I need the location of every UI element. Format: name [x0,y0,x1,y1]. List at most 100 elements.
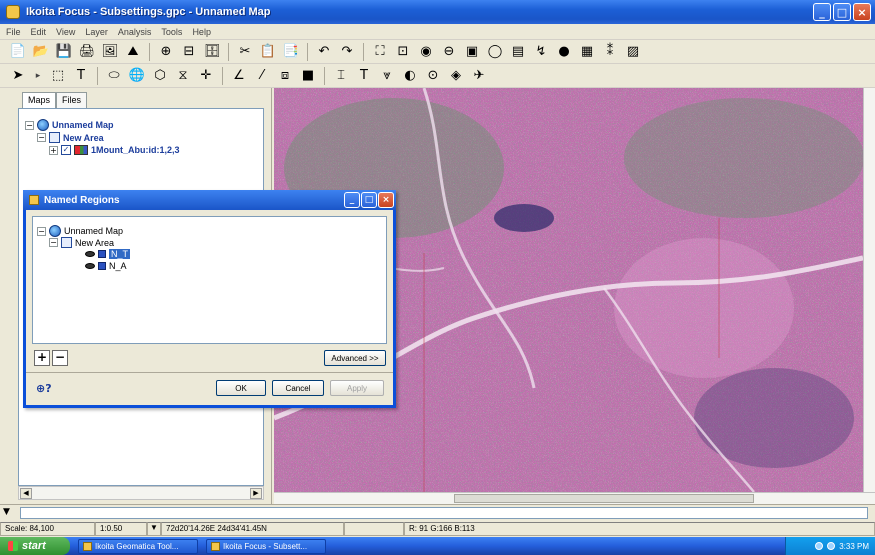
scroll-right-icon[interactable]: ▶ [250,488,262,499]
menu-edit[interactable]: Edit [31,27,47,37]
color-square-icon[interactable]: ■ [298,66,318,86]
cut-icon[interactable]: ✂ [235,42,255,62]
maximize-button[interactable]: □ [833,3,851,21]
database-icon[interactable]: 🗄 [202,42,222,62]
save-icon[interactable]: 💾 [54,42,74,62]
table-icon[interactable]: ▦ [577,42,597,62]
tree-item-map[interactable]: − Unnamed Map [25,119,114,131]
menu-analysis[interactable]: Analysis [118,27,152,37]
font-icon[interactable]: T [354,66,374,86]
statistics-icon[interactable]: ⁑ [600,42,620,62]
tab-maps[interactable]: Maps [22,92,57,108]
volume-icon[interactable] [827,542,836,550]
polygon-icon[interactable]: ⬡ [150,66,170,86]
filter-icon[interactable]: ⩔ [377,66,397,86]
status-zoom[interactable]: 1:0.50 [95,522,147,536]
remove-region-button[interactable]: − [52,350,68,366]
print-icon[interactable]: 🖨 [77,42,97,62]
command-input[interactable] [20,507,868,519]
ok-button[interactable]: OK [216,380,266,396]
zoom-box-icon[interactable]: ⊡ [393,42,413,62]
scroll-left-icon[interactable]: ◀ [20,488,32,499]
collapse-icon[interactable]: − [37,133,46,142]
add-region-button[interactable]: + [34,350,50,366]
apply-button[interactable]: Apply [330,380,384,396]
map-vertical-scrollbar[interactable] [863,88,875,492]
expand-icon[interactable]: + [49,145,58,155]
angle-icon[interactable]: ∠ [229,66,249,86]
start-button[interactable]: start [0,537,70,555]
dialog-maximize-button[interactable]: □ [361,192,377,208]
text-cursor-icon[interactable]: ⌶ [331,66,351,86]
dialog-title-bar[interactable]: Named Regions _ □ × [23,190,396,210]
zoom-in-icon[interactable]: ◉ [416,42,436,62]
undo-icon[interactable]: ↶ [314,42,334,62]
taskbar-item-geomatica[interactable]: Ikoita Geomatica Tool... [78,538,198,554]
zoom-out-icon[interactable]: ⊖ [439,42,459,62]
menu-view[interactable]: View [56,27,75,37]
eye-icon[interactable] [85,263,95,269]
map-horizontal-scrollbar[interactable] [274,492,875,504]
contrast-icon[interactable]: ◐ [400,66,420,86]
minimize-button[interactable]: _ [813,3,831,21]
dialog-tree-item-map[interactable]: − Unnamed Map [37,225,123,237]
add-layer-icon[interactable]: ⊕ [156,42,176,62]
collapse-icon[interactable]: − [37,226,46,236]
histogram-icon[interactable]: ▤ [508,42,528,62]
redo-icon[interactable]: ↷ [337,42,357,62]
crosshair-icon[interactable]: ✛ [196,66,216,86]
tree-item-area[interactable]: − New Area [37,132,104,143]
report-icon[interactable]: ▨ [623,42,643,62]
advanced-button[interactable]: Advanced >> [324,350,386,366]
dropdown-arrow-icon[interactable]: ▸ [31,66,45,86]
expand-arrow-icon[interactable]: ▼ [3,507,10,517]
menu-layer[interactable]: Layer [85,27,108,37]
help-icon[interactable]: ⊕? [36,380,60,396]
line-icon[interactable]: ⁄ [252,66,272,86]
region-item-nt[interactable]: N_T [85,249,131,259]
dialog-tree-item-area[interactable]: − New Area [49,237,114,248]
tree-horizontal-scrollbar[interactable]: ◀ ▶ [18,486,264,500]
network-icon[interactable] [815,542,824,550]
menu-help[interactable]: Help [192,27,211,37]
tree-item-layer[interactable]: + ✓ 1Mount_Abu:id:1,2,3 [49,145,180,155]
image-icon[interactable]: 🖼 [100,42,120,62]
fill-icon[interactable]: ⧈ [275,66,295,86]
title-bar[interactable]: Ikoita Focus - Subsettings.gpc - Unnamed… [0,0,875,24]
menu-file[interactable]: File [6,27,21,37]
rectangle-icon[interactable]: ⬚ [48,66,68,86]
collapse-icon[interactable]: − [25,120,34,130]
zoom-extent-icon[interactable]: ⛶ [370,42,390,62]
info-icon[interactable]: ● [554,42,574,62]
airplane-icon[interactable]: ✈ [469,66,489,86]
select-pointer-icon[interactable]: ➤ [8,66,28,86]
copy-icon[interactable]: 📋 [258,42,278,62]
vertex-icon[interactable]: ⧖ [173,66,193,86]
taskbar-item-focus[interactable]: Ikoita Focus - Subsett... [206,538,326,554]
close-button[interactable]: × [853,3,871,21]
remove-layer-icon[interactable]: ⊟ [179,42,199,62]
collapse-icon[interactable]: − [49,238,58,247]
dialog-close-button[interactable]: × [378,192,394,208]
new-icon[interactable]: 📄 [8,42,28,62]
globe-icon[interactable]: 🌐 [127,66,147,86]
target-icon[interactable]: ⊙ [423,66,443,86]
text-tool-icon[interactable]: T [71,66,91,86]
circle-select-icon[interactable]: ◯ [485,42,505,62]
terrain-icon[interactable]: ⛰ [123,42,143,62]
cancel-button[interactable]: Cancel [272,380,324,396]
dialog-minimize-button[interactable]: _ [344,192,360,208]
region-item-na[interactable]: N_A [85,261,127,271]
zoom-dropdown-icon[interactable]: ▼ [147,522,161,536]
eye-icon[interactable] [85,251,95,257]
enhance-icon[interactable]: ↯ [531,42,551,62]
visibility-checkbox[interactable]: ✓ [61,145,71,155]
tab-files[interactable]: Files [56,92,88,108]
menu-tools[interactable]: Tools [161,27,182,37]
layer-eye-icon[interactable]: ◈ [446,66,466,86]
zoom-layer-icon[interactable]: ▣ [462,42,482,62]
ellipse-icon[interactable]: ⬭ [104,66,124,86]
scrollbar-thumb[interactable] [454,494,754,503]
open-icon[interactable]: 📂 [31,42,51,62]
paste-icon[interactable]: 📑 [281,42,301,62]
